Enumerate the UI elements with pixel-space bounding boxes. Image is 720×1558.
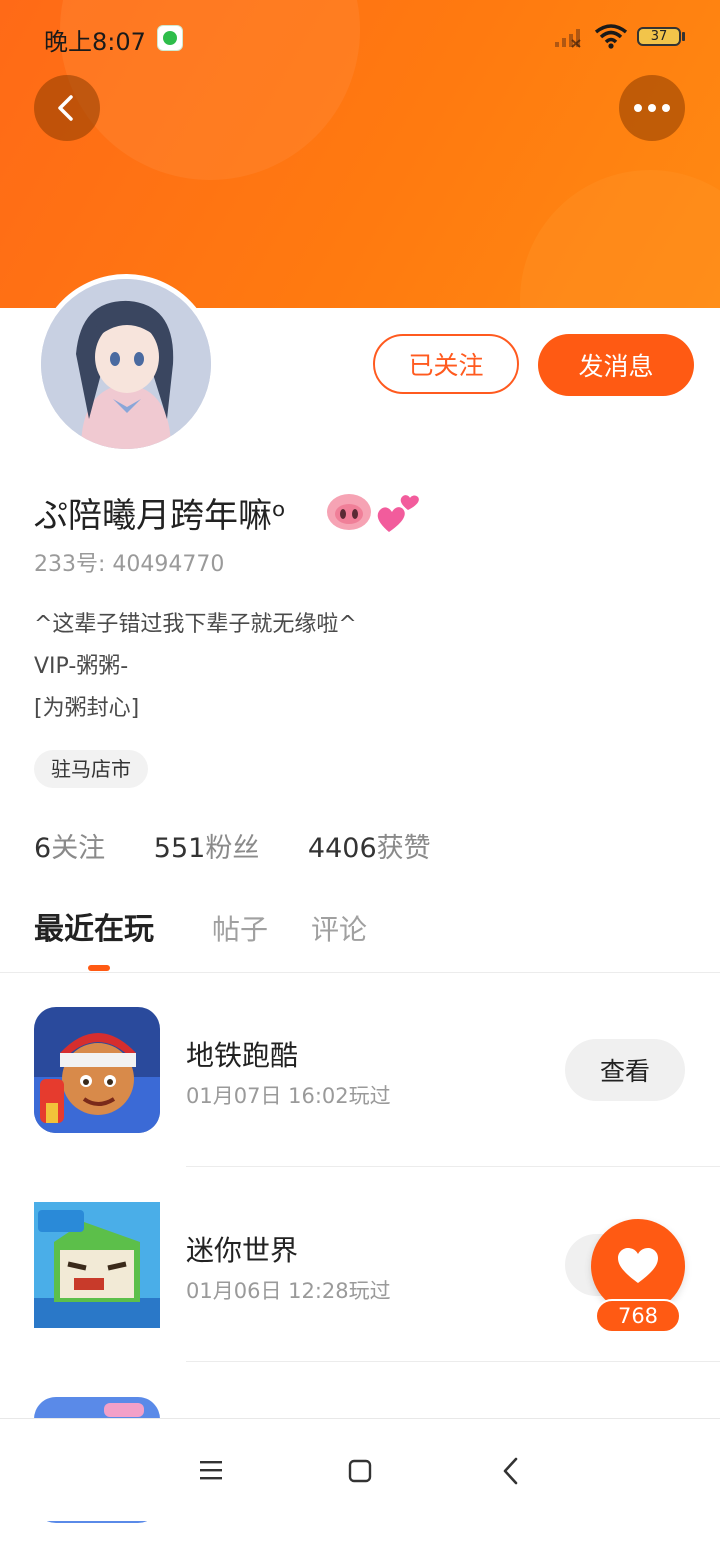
status-time: 晚上8:07: [44, 28, 146, 56]
stat-likes[interactable]: 4406获赞: [308, 826, 431, 865]
profile-bio: ^这辈子错过我下辈子就无缘啦^ VIP-粥粥- [为粥封心]: [34, 604, 357, 730]
battery-tip: [682, 32, 685, 41]
user-id: 233号: 40494770: [34, 552, 225, 577]
bio-line: VIP-粥粥-: [34, 654, 129, 679]
banner-decoration: [520, 170, 720, 308]
stat-likes-count: 4406: [307, 833, 377, 864]
game-name: 地铁跑酷: [186, 1039, 299, 1072]
signal-icon: [555, 29, 581, 48]
bio-line: [为粥封心]: [34, 696, 140, 721]
stat-fans-count: 551: [153, 833, 206, 864]
more-dots-icon: [634, 104, 670, 112]
game-played-time: 01月07日 16:02玩过: [186, 1084, 391, 1108]
avatar-image: [41, 279, 211, 449]
avatar-illustration: [41, 279, 211, 449]
menu-icon[interactable]: [199, 1459, 223, 1481]
more-button[interactable]: [619, 75, 685, 141]
system-navigation-bar: [0, 1418, 720, 1521]
two-hearts-emoji-icon: [377, 495, 419, 532]
game-name: 迷你世界: [186, 1234, 299, 1267]
stat-fans-label: 粉丝: [205, 833, 260, 864]
tab-recently-played[interactable]: 最近在玩: [34, 904, 154, 948]
status-bar: 晚上8:07 37: [0, 0, 720, 76]
stat-following-count: 6: [34, 833, 52, 864]
back-arrow-icon: [58, 95, 73, 121]
back-button[interactable]: [34, 75, 100, 141]
home-icon[interactable]: [348, 1459, 372, 1483]
stat-following-label: 关注: [51, 833, 106, 864]
following-button[interactable]: 已关注: [373, 334, 519, 394]
like-count-badge: 768: [595, 1299, 681, 1333]
game-icon-mini-world: [34, 1202, 160, 1328]
nav-back-icon[interactable]: [502, 1457, 520, 1485]
stat-fans[interactable]: 551粉丝: [154, 826, 260, 865]
location-tag: 驻马店市: [34, 750, 148, 788]
game-played-time: 01月06日 12:28玩过: [186, 1279, 391, 1303]
battery-icon: 37: [637, 27, 681, 46]
tab-posts[interactable]: 帖子: [212, 908, 268, 948]
notification-app-icon: [157, 25, 183, 51]
list-item[interactable]: 地铁跑酷 01月07日 16:02玩过 查看: [0, 972, 720, 1168]
tab-comments[interactable]: 评论: [311, 908, 367, 948]
view-game-button[interactable]: 查看: [565, 1039, 685, 1101]
profile-stats: 6关注 551粉丝 4406获赞: [34, 826, 471, 865]
profile-nickname: ぷ陪曦月跨年嘛ᵒ: [34, 496, 287, 536]
active-tab-indicator: [88, 965, 110, 971]
bio-line: ^这辈子错过我下辈子就无缘啦^: [34, 612, 357, 637]
stat-following[interactable]: 6关注: [34, 826, 105, 865]
game-icon-subway-surfers: [34, 1007, 160, 1133]
send-message-button[interactable]: 发消息: [538, 334, 694, 396]
avatar[interactable]: [36, 274, 216, 454]
stat-likes-label: 获赞: [376, 833, 431, 864]
heart-icon: [618, 1248, 658, 1283]
wifi-icon: [594, 24, 628, 49]
pig-nose-emoji-icon: [327, 494, 371, 530]
